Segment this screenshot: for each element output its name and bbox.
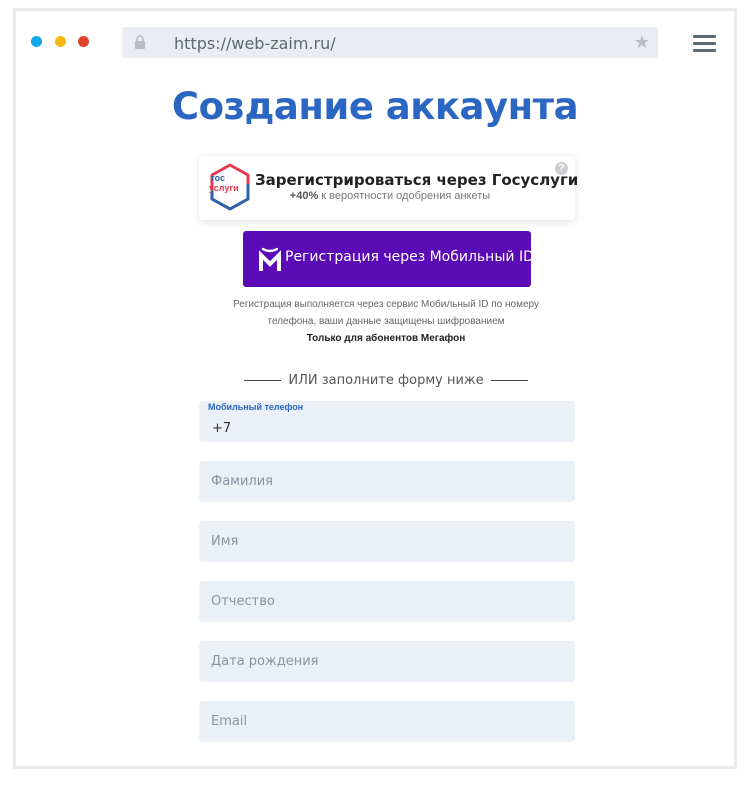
divider-line-right	[491, 380, 528, 381]
birthdate-field[interactable]	[199, 641, 575, 682]
window-dot-blue	[31, 36, 42, 47]
mobile-id-register-button[interactable]: Регистрация через Мобильный ID	[243, 231, 534, 287]
gosuslugi-subtitle: +40% к вероятности одобрения анкеты	[255, 190, 525, 202]
lock-icon	[135, 35, 145, 49]
browser-window: https://web-zaim.ru/ ★ Создание аккаунта…	[13, 8, 737, 769]
email-input[interactable]	[199, 701, 575, 742]
patronymic-field[interactable]	[199, 581, 575, 622]
surname-input[interactable]	[199, 461, 575, 502]
browser-topbar: https://web-zaim.ru/ ★	[16, 11, 734, 75]
mobile-id-note-line2: телефона, ваши данные защищены шифровани…	[267, 316, 505, 327]
hamburger-menu-icon[interactable]	[693, 35, 717, 53]
name-input[interactable]	[199, 521, 575, 562]
mobile-id-note-bold: Только для абонентов Мегафон	[306, 333, 466, 344]
bookmark-star-icon[interactable]: ★	[634, 30, 650, 54]
mobile-id-logo-icon	[259, 247, 281, 271]
gosuslugi-sub-bold: +40%	[289, 190, 319, 202]
name-field[interactable]	[199, 521, 575, 562]
phone-field[interactable]: Мобильный телефон	[199, 401, 575, 442]
address-bar[interactable]: https://web-zaim.ru/ ★	[122, 27, 658, 58]
window-dot-yellow	[55, 36, 66, 47]
patronymic-input[interactable]	[199, 581, 575, 622]
page-title: Создание аккаунта	[171, 85, 579, 128]
surname-field[interactable]	[199, 461, 575, 502]
divider-text: ИЛИ заполните форму ниже	[288, 373, 484, 388]
phone-field-label: Мобильный телефон	[208, 402, 304, 412]
or-divider: ИЛИ заполните форму ниже	[244, 371, 528, 391]
help-icon[interactable]: ?	[555, 162, 568, 175]
birthdate-input[interactable]	[199, 641, 575, 682]
url-text: https://web-zaim.ru/	[174, 34, 336, 53]
gosuslugi-sub-rest: к вероятности одобрения анкеты	[318, 190, 491, 202]
window-dot-red	[78, 36, 89, 47]
gosuslugi-register-button[interactable]: гос услуги Зарегистрироваться через Госу…	[199, 156, 579, 220]
mobile-id-label: Регистрация через Мобильный ID	[285, 249, 534, 265]
gosuslugi-logo-bottom: услуги	[209, 183, 239, 193]
gosuslugi-title: Зарегистрироваться через Госуслуги	[255, 171, 579, 189]
gosuslugi-logo-top: гос	[211, 173, 226, 183]
mobile-id-note-line1: Регистрация выполняется через сервис Моб…	[233, 299, 539, 310]
email-field[interactable]	[199, 701, 575, 742]
